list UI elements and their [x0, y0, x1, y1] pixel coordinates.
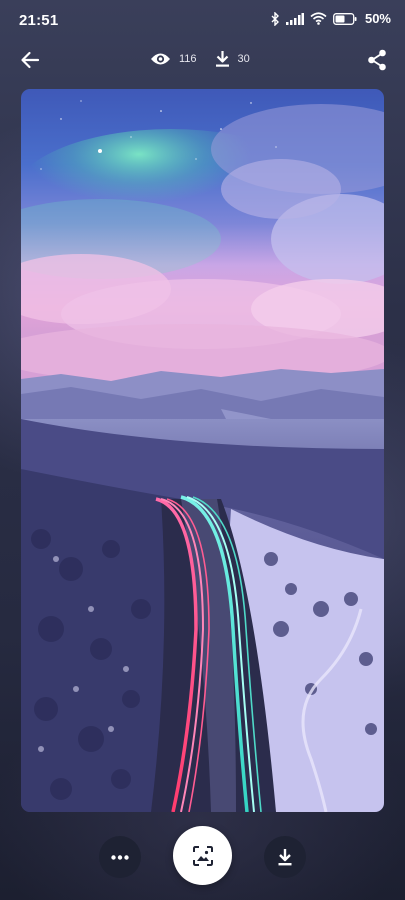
- status-time: 21:51: [19, 12, 59, 29]
- wifi-icon: [310, 12, 327, 25]
- views-count: 116: [179, 52, 197, 65]
- download-button[interactable]: [264, 836, 306, 878]
- signal-icon: [285, 12, 304, 25]
- back-arrow-icon: [21, 51, 40, 69]
- back-button[interactable]: [14, 46, 46, 74]
- wallpaper-stats: 116 30: [150, 50, 268, 67]
- download-icon: [278, 849, 292, 866]
- wallpaper-preview[interactable]: [21, 89, 384, 812]
- downloads-stat: 30: [215, 50, 250, 67]
- views-stat: 116: [150, 52, 197, 66]
- set-wallpaper-icon: [192, 845, 213, 866]
- download-icon: [215, 51, 229, 67]
- share-icon: [368, 49, 386, 71]
- top-bar: 116 30: [0, 40, 405, 80]
- bluetooth-icon: [271, 11, 279, 26]
- battery-icon: [333, 12, 357, 25]
- status-bar: 21:51 50%: [0, 0, 405, 40]
- more-options-button[interactable]: [99, 836, 141, 878]
- share-button[interactable]: [363, 46, 391, 74]
- downloads-count: 30: [237, 52, 250, 65]
- more-dots-icon: [111, 854, 129, 860]
- set-wallpaper-button[interactable]: [173, 826, 232, 885]
- eye-icon: [151, 53, 170, 64]
- battery-percent: 50%: [364, 11, 391, 26]
- status-icons: 50%: [270, 11, 391, 26]
- wallpaper-image: [21, 89, 384, 812]
